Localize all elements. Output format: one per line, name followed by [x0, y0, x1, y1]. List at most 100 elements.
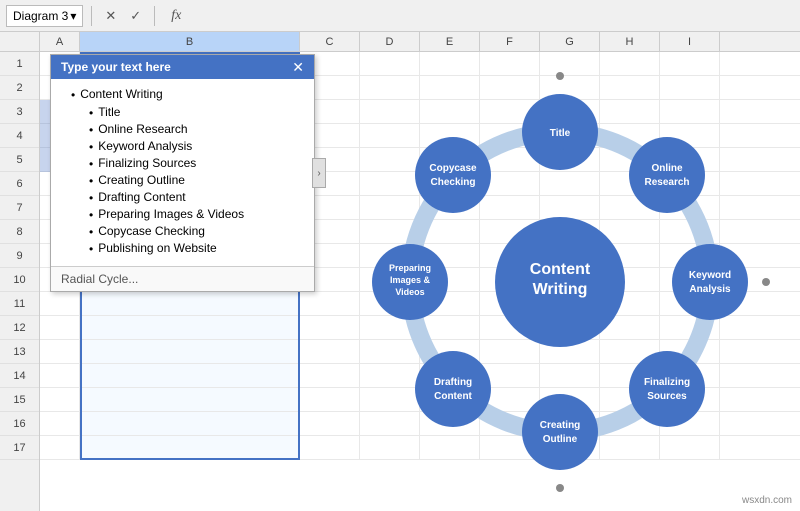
panel-sub-item-4: • Finalizing Sources — [89, 156, 304, 171]
panel-sub-item-3: • Keyword Analysis — [89, 139, 304, 154]
svg-text:Creating: Creating — [540, 420, 581, 431]
svg-text:Research: Research — [644, 177, 689, 188]
col-header-c[interactable]: C — [300, 32, 360, 51]
svg-text:Analysis: Analysis — [689, 284, 731, 295]
panel-footer-label: Radial Cycle... — [61, 272, 138, 286]
radial-diagram-svg: Content Writing Title Online Research Ke… — [350, 72, 770, 492]
panel-sub-item-8: • Copycase Checking — [89, 224, 304, 239]
spreadsheet: 1 2 3 4 5 6 7 8 9 10 11 12 13 14 15 16 1… — [0, 52, 800, 511]
center-text-line1: Content — [530, 261, 591, 278]
panel-sub-item-9: • Publishing on Website — [89, 241, 304, 256]
panel-sub-item-5: • Creating Outline — [89, 173, 304, 188]
bullet-icon: • — [89, 208, 93, 222]
chevron-down-icon: ▾ — [70, 9, 76, 23]
bullet-icon: • — [89, 242, 93, 256]
row-10: 10 — [0, 268, 39, 292]
node-finalizing-sources — [629, 351, 705, 427]
row-6: 6 — [0, 172, 39, 196]
anchor-top — [556, 72, 564, 80]
row-15: 15 — [0, 388, 39, 412]
col-header-f[interactable]: F — [480, 32, 540, 51]
panel-sub-item-6: • Drafting Content — [89, 190, 304, 205]
close-button[interactable]: ✕ — [100, 5, 121, 27]
panel-sub-label-8: Copycase Checking — [98, 224, 205, 238]
column-headers: A B C D E F G H I — [0, 32, 800, 52]
col-header-d[interactable]: D — [360, 32, 420, 51]
row-numbers: 1 2 3 4 5 6 7 8 9 10 11 12 13 14 15 16 1… — [0, 52, 40, 511]
row-17: 17 — [0, 436, 39, 460]
diagram-area: Content Writing Title Online Research Ke… — [325, 57, 795, 506]
svg-text:Videos: Videos — [395, 287, 424, 297]
panel-sub-item-2: • Online Research — [89, 122, 304, 137]
col-header-b[interactable]: B — [80, 32, 300, 51]
row-13: 13 — [0, 340, 39, 364]
text-panel-close-button[interactable]: ✕ — [292, 60, 304, 74]
row-4: 4 — [0, 124, 39, 148]
row-11: 11 — [0, 292, 39, 316]
row-3: 3 — [0, 100, 39, 124]
bullet-icon: • — [89, 174, 93, 188]
svg-text:Images &: Images & — [390, 275, 431, 285]
row-14: 14 — [0, 364, 39, 388]
bullet-icon: • — [89, 157, 93, 171]
col-header-a[interactable]: A — [40, 32, 80, 51]
bullet-icon: • — [89, 106, 93, 120]
bullet-icon: • — [89, 225, 93, 239]
col-header-g[interactable]: G — [540, 32, 600, 51]
cell-area[interactable]: const gridLines = document.querySelector… — [40, 52, 800, 511]
panel-sub-label-4: Finalizing Sources — [98, 156, 196, 170]
col-header-i[interactable]: I — [660, 32, 720, 51]
panel-sub-label-5: Creating Outline — [98, 173, 185, 187]
panel-sub-label-3: Keyword Analysis — [98, 139, 192, 153]
confirm-button[interactable]: ✓ — [125, 5, 146, 27]
svg-text:Online: Online — [651, 163, 683, 174]
node-online-research — [629, 137, 705, 213]
panel-main-item: • Content Writing — [71, 87, 304, 102]
row-7: 7 — [0, 196, 39, 220]
row-1: 1 — [0, 52, 39, 76]
bullet-icon: • — [71, 88, 75, 102]
svg-text:Copycase: Copycase — [429, 163, 477, 174]
bullet-icon: • — [89, 140, 93, 154]
text-panel-header: Type your text here ✕ — [51, 55, 314, 79]
panel-sub-label-6: Drafting Content — [98, 190, 185, 204]
toolbar: Diagram 3 ▾ ✕ ✓ fx — [0, 0, 800, 32]
panel-sub-label-9: Publishing on Website — [98, 241, 217, 255]
toolbar-separator-2 — [154, 6, 155, 26]
panel-sub-label-2: Online Research — [98, 122, 187, 136]
panel-sub-label-7: Preparing Images & Videos — [98, 207, 244, 221]
bullet-icon: • — [89, 191, 93, 205]
svg-text:Keyword: Keyword — [689, 270, 731, 281]
text-panel[interactable]: Type your text here ✕ • Content Writing … — [50, 54, 315, 292]
scroll-arrow[interactable]: › — [312, 158, 326, 188]
diagram-select[interactable]: Diagram 3 ▾ — [6, 5, 83, 27]
svg-text:Checking: Checking — [430, 177, 475, 188]
watermark: wsxdn.com — [742, 495, 792, 506]
bullet-icon: • — [89, 123, 93, 137]
text-panel-footer: Radial Cycle... — [51, 266, 314, 291]
node-keyword-analysis — [672, 244, 748, 320]
col-header-e[interactable]: E — [420, 32, 480, 51]
svg-text:Preparing: Preparing — [389, 263, 431, 273]
svg-text:Finalizing: Finalizing — [644, 377, 690, 388]
svg-text:Sources: Sources — [647, 391, 687, 402]
fx-icon: fx — [163, 6, 189, 26]
node-title-label: Title — [550, 128, 571, 139]
col-header-h[interactable]: H — [600, 32, 660, 51]
toolbar-separator — [91, 6, 92, 26]
center-text-line2: Writing — [533, 281, 588, 298]
row-16: 16 — [0, 412, 39, 436]
row-5: 5 — [0, 148, 39, 172]
anchor-right — [762, 278, 770, 286]
panel-main-label: Content Writing — [80, 87, 162, 101]
panel-sub-item-1: • Title — [89, 105, 304, 120]
text-panel-title: Type your text here — [61, 60, 171, 74]
row-8: 8 — [0, 220, 39, 244]
diagram-name: Diagram 3 — [13, 9, 68, 23]
radial-container: Content Writing Title Online Research Ke… — [350, 72, 770, 492]
row-2: 2 — [0, 76, 39, 100]
svg-text:Content: Content — [434, 391, 472, 402]
row-12: 12 — [0, 316, 39, 340]
panel-sub-item-7: • Preparing Images & Videos — [89, 207, 304, 222]
svg-text:Outline: Outline — [543, 434, 578, 445]
